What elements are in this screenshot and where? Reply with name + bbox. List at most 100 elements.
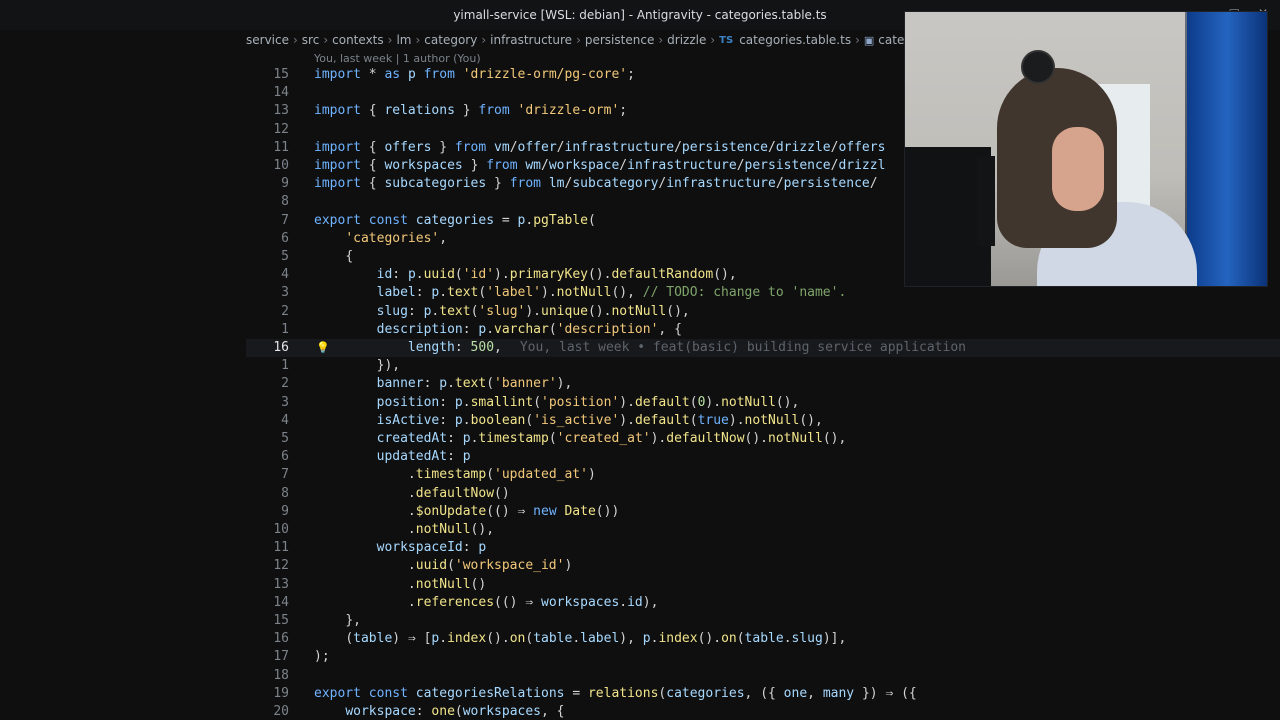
chevron-right-icon: › [658,33,664,47]
code-line[interactable]: 10 .notNull(), [246,521,1280,539]
breadcrumb-item-service[interactable]: service [246,33,289,47]
line-number: 7 [281,467,289,483]
line-number: 16 [273,631,289,647]
breadcrumb-item-drizzle[interactable]: drizzle [667,33,706,47]
line-number: 9 [281,503,289,519]
code-text: .notNull(), [407,522,495,537]
line-number: 14 [273,594,289,610]
chevron-right-icon: › [415,33,421,47]
code-line[interactable]: 7 .timestamp('updated_at') [246,466,1280,484]
line-number: 2 [281,303,289,319]
line-number: 4 [281,267,289,283]
code-text: length: 500, You, last week • feat(basic)… [407,340,966,355]
code-line[interactable]: 4 isActive: p.boolean('is_active').defau… [246,412,1280,430]
line-number: 18 [273,667,289,683]
line-number: 6 [281,230,289,246]
code-line[interactable]: 16 💡 length: 500, You, last week • feat(ba… [246,339,1280,357]
code-line[interactable]: 6 updatedAt: p [246,448,1280,466]
code-text: .uuid('workspace_id') [407,558,573,574]
code-line[interactable]: 18 [246,667,1280,685]
code-line[interactable]: 1 description: p.varchar('description', … [246,321,1280,339]
line-number: 15 [273,67,289,82]
code-line[interactable]: 11 workspaceId: p [246,539,1280,557]
chevron-right-icon: › [855,33,860,47]
window-title: yimall-service [WSL: debian] - Antigravi… [453,8,827,22]
breadcrumb-item-category[interactable]: category [424,33,477,47]
code-text: export const categoriesRelations = relat… [314,685,917,701]
line-number: 19 [273,685,289,701]
code-text: import { subcategories } from lm/subcate… [314,176,878,192]
inline-blame: You, last week • feat(basic) building se… [519,340,966,355]
code-line[interactable]: 3 label: p.text('label').notNull(), // T… [246,284,1280,302]
breadcrumb-item-src[interactable]: src [302,33,320,47]
line-number: 10 [273,522,289,537]
code-text: }, [345,613,361,628]
webcam-overlay [904,11,1268,287]
code-line[interactable]: 13 .notNull() [246,576,1280,594]
code-text: banner: p.text('banner'), [376,376,573,392]
line-number: 7 [281,212,289,228]
code-line[interactable]: 12 .uuid('workspace_id') [246,557,1280,575]
line-number: 8 [281,485,289,501]
code-text: 'categories', [345,230,448,246]
code-text: (table) ⇒ [p.index().on(table.label), p.… [345,631,847,647]
line-number: 16 [273,340,289,355]
code-text: workspaceId: p [376,540,487,556]
code-text: .timestamp('updated_at') [407,467,596,483]
line-number: 13 [273,103,289,119]
code-text: slug: p.text('slug').unique().notNull(), [376,303,690,319]
code-text: description: p.varchar('description', { [376,321,682,337]
code-line[interactable]: 5 createdAt: p.timestamp('created_at').d… [246,430,1280,448]
breadcrumb-item-contexts[interactable]: contexts [332,33,383,47]
breadcrumb-file[interactable]: categories.table.ts [739,33,851,47]
code-line[interactable]: 2 slug: p.text('slug').unique().notNull(… [246,303,1280,321]
code-text: import * as p from 'drizzle-orm/pg-core'… [314,67,635,82]
line-number: 17 [273,649,289,665]
camera-dot-icon [1021,50,1055,84]
symbol-icon: ▣ [863,33,875,47]
code-text: import { offers } from vm/offer/infrastr… [314,139,886,155]
code-text: .notNull() [407,576,487,592]
breadcrumb-item-lm[interactable]: lm [396,33,411,47]
code-line[interactable]: 19 export const categoriesRelations = rel… [246,685,1280,703]
code-text: .defaultNow() [407,485,510,501]
line-number: 1 [281,358,289,374]
line-number: 3 [281,394,289,410]
code-text: ); [314,649,330,665]
code-text: import { workspaces } from wm/workspace/… [314,158,886,173]
code-line[interactable]: 16 (table) ⇒ [p.index().on(table.label),… [246,630,1280,648]
breadcrumb-item-persistence[interactable]: persistence [585,33,654,47]
chevron-right-icon: › [292,33,298,47]
codelens-blame[interactable]: You, last week | 1 author (You) [314,52,481,65]
code-text: label: p.text('label').notNull(), // TOD… [376,285,847,301]
code-text: isActive: p.boolean('is_active').default… [376,412,823,428]
line-number: 2 [281,376,289,392]
code-line[interactable]: 14 .references(() ⇒ workspaces.id), [246,594,1280,612]
line-number: 20 [273,704,289,719]
line-number: 15 [273,613,289,628]
code-line[interactable]: 1 }), [246,357,1280,375]
code-text: workspace: one(workspaces, { [345,704,565,719]
code-line[interactable]: 9 .$onUpdate(() ⇒ new Date()) [246,503,1280,521]
person-face [1052,127,1104,211]
code-line[interactable]: 8 .defaultNow() [246,485,1280,503]
code-text: createdAt: p.timestamp('created_at').def… [376,431,847,446]
code-line[interactable]: 17); [246,648,1280,666]
code-text: }), [376,358,401,374]
line-number: 9 [281,176,289,192]
chevron-right-icon: › [481,33,487,47]
code-text: .$onUpdate(() ⇒ new Date()) [407,503,620,519]
code-line[interactable]: 20 workspace: one(workspaces, { [246,703,1280,720]
microphone [977,156,995,246]
curtain [1187,12,1267,286]
code-line[interactable]: 2 banner: p.text('banner'), [246,375,1280,393]
line-number: 11 [273,139,289,155]
code-line[interactable]: 3 position: p.smallint('position').defau… [246,394,1280,412]
chevron-right-icon: › [710,33,716,47]
code-text: .references(() ⇒ workspaces.id), [407,594,659,610]
code-line[interactable]: 15 }, [246,612,1280,630]
line-number: 4 [281,412,289,428]
breadcrumb-item-infrastructure[interactable]: infrastructure [490,33,572,47]
chevron-right-icon: › [576,33,581,47]
typescript-file-icon: TS [719,34,734,46]
